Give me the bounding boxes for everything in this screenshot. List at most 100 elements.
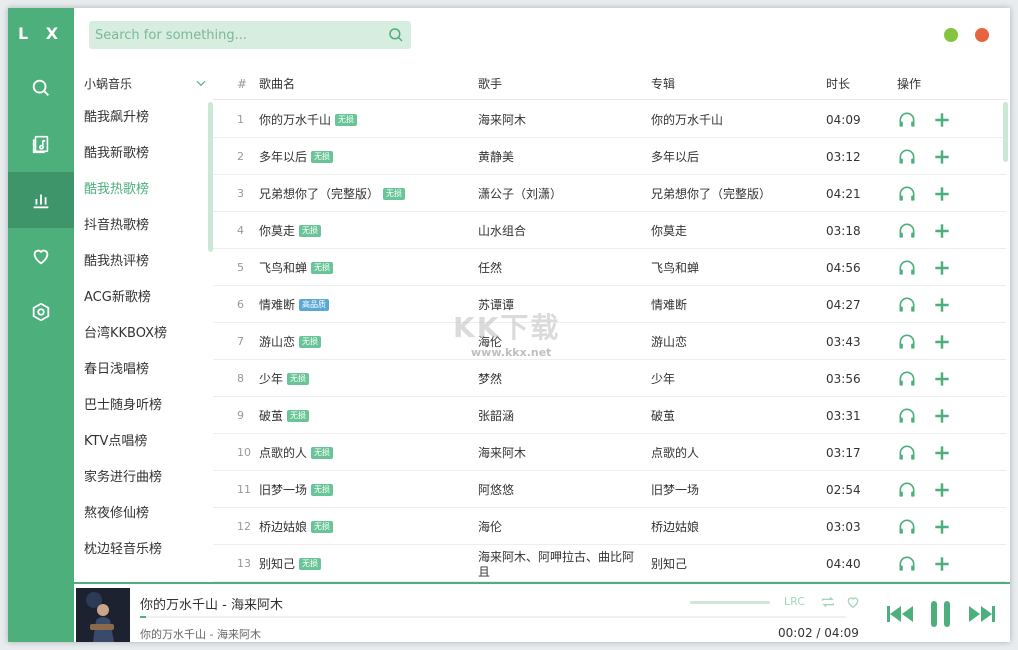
leaderboard-item[interactable]: KTV点唱榜: [74, 424, 212, 460]
row-number: 11: [237, 471, 251, 508]
table-row[interactable]: 1你的万水千山无损海来阿木你的万水千山04:09: [213, 101, 1006, 138]
album-name: 情难断: [651, 286, 816, 323]
close-button[interactable]: [975, 28, 989, 42]
plus-icon[interactable]: [932, 221, 952, 241]
nav-search[interactable]: [8, 60, 74, 116]
singer-name: 黄静美: [478, 138, 638, 175]
nav-favorites[interactable]: [8, 228, 74, 284]
song-name-cell: 破茧无损: [259, 397, 469, 434]
plus-icon[interactable]: [932, 258, 952, 278]
plus-icon[interactable]: [932, 480, 952, 500]
quality-badge: 无损: [299, 225, 321, 237]
leaderboard-item[interactable]: 春日浅唱榜: [74, 352, 212, 388]
watermark-logo: KK下载: [453, 306, 560, 346]
song-table-header: # 歌曲名 歌手 专辑 时长 操作: [213, 68, 1006, 100]
leaderboard-item[interactable]: 酷我新歌榜: [74, 136, 212, 172]
nav-settings[interactable]: [8, 284, 74, 340]
search-input[interactable]: [89, 21, 379, 49]
song-duration: 03:03: [826, 508, 861, 545]
headphones-icon[interactable]: [897, 295, 917, 315]
song-name: 破茧: [259, 407, 283, 424]
plus-icon[interactable]: [932, 332, 952, 352]
app-window: L X 小蜗音乐 酷我飙升榜酷我新歌榜酷我热歌榜抖音热歌榜酷我热评榜ACG新歌榜…: [8, 8, 1010, 642]
leaderboard-item[interactable]: 家务进行曲榜: [74, 460, 212, 496]
song-name-cell: 游山恋无损: [259, 323, 469, 360]
progress-bar[interactable]: [140, 616, 846, 618]
table-row[interactable]: 12桥边姑娘无损海伦桥边姑娘03:03: [213, 508, 1006, 545]
plus-icon[interactable]: [932, 147, 952, 167]
song-name-cell: 别知己无损: [259, 545, 469, 582]
headphones-icon[interactable]: [897, 369, 917, 389]
headphones-icon[interactable]: [897, 184, 917, 204]
leaderboard-item[interactable]: 酷我飙升榜: [74, 100, 212, 136]
table-row[interactable]: 9破茧无损张韶涵破茧03:31: [213, 397, 1006, 434]
plus-icon[interactable]: [932, 184, 952, 204]
headphones-icon[interactable]: [897, 258, 917, 278]
song-name-cell: 桥边姑娘无损: [259, 508, 469, 545]
headphones-icon[interactable]: [897, 110, 917, 130]
table-row[interactable]: 7游山恋无损海伦游山恋03:43: [213, 323, 1006, 360]
album-name: 你莫走: [651, 212, 816, 249]
leaderboard-item[interactable]: 酷我热评榜: [74, 244, 212, 280]
song-name: 旧梦一场: [259, 481, 307, 498]
album-cover[interactable]: [76, 588, 130, 642]
table-row[interactable]: 2多年以后无损黄静美多年以后03:12: [213, 138, 1006, 175]
leaderboard-item[interactable]: 巴士随身听榜: [74, 388, 212, 424]
table-row[interactable]: 13别知己无损海来阿木、阿呷拉古、曲比阿且别知己04:40: [213, 545, 1006, 582]
plus-icon[interactable]: [932, 554, 952, 574]
total-time: 04:09: [824, 626, 859, 640]
leaderboard-item[interactable]: 熬夜修仙榜: [74, 496, 212, 532]
table-scrollbar[interactable]: [1003, 102, 1008, 162]
headphones-icon[interactable]: [897, 554, 917, 574]
table-row[interactable]: 11旧梦一场无损阿悠悠旧梦一场02:54: [213, 471, 1006, 508]
plus-icon[interactable]: [932, 517, 952, 537]
quality-badge: 无损: [287, 373, 309, 385]
leaderboard-item[interactable]: 台湾KKBOX榜: [74, 316, 212, 352]
song-name-cell: 多年以后无损: [259, 138, 469, 175]
nav-leaderboard[interactable]: [8, 172, 74, 228]
headphones-icon[interactable]: [897, 406, 917, 426]
heart-outline-icon[interactable]: [845, 594, 861, 610]
headphones-icon[interactable]: [897, 480, 917, 500]
singer-name: 海伦: [478, 508, 638, 545]
quality-badge: 无损: [311, 521, 333, 533]
table-row[interactable]: 3兄弟想你了（完整版）无损潇公子（刘潇）兄弟想你了（完整版）04:21: [213, 175, 1006, 212]
table-row[interactable]: 6情难断高品质苏谭谭情难断04:27: [213, 286, 1006, 323]
source-selector[interactable]: 小蜗音乐: [74, 68, 212, 98]
prev-button[interactable]: [884, 598, 916, 630]
headphones-icon[interactable]: [897, 332, 917, 352]
volume-slider[interactable]: [690, 601, 770, 604]
song-duration: 04:27: [826, 286, 861, 323]
repeat-icon[interactable]: [820, 594, 836, 610]
row-number: 1: [237, 101, 244, 138]
headphones-icon[interactable]: [897, 517, 917, 537]
table-row[interactable]: 5飞鸟和蝉无损任然飞鸟和蝉04:56: [213, 249, 1006, 286]
row-number: 4: [237, 212, 244, 249]
player-title: 你的万水千山 - 海来阿木: [140, 594, 283, 613]
leaderboard-item[interactable]: 抖音热歌榜: [74, 208, 212, 244]
leaderboard-item[interactable]: ACG新歌榜: [74, 280, 212, 316]
nav-songlist[interactable]: [8, 116, 74, 172]
pause-button[interactable]: [926, 598, 956, 630]
headphones-icon[interactable]: [897, 221, 917, 241]
song-duration: 04:40: [826, 545, 861, 582]
album-name: 你的万水千山: [651, 101, 816, 138]
plus-icon[interactable]: [932, 406, 952, 426]
song-duration: 03:56: [826, 360, 861, 397]
minimize-button[interactable]: [944, 28, 958, 42]
leaderboard-item[interactable]: 酷我热歌榜: [74, 172, 212, 208]
next-button[interactable]: [966, 598, 998, 630]
lyrics-toggle[interactable]: LRC: [784, 595, 805, 608]
search-button[interactable]: [385, 24, 407, 46]
table-row[interactable]: 4你莫走无损山水组合你莫走03:18: [213, 212, 1006, 249]
table-row[interactable]: 8少年无损梦然少年03:56: [213, 360, 1006, 397]
headphones-icon[interactable]: [897, 147, 917, 167]
leaderboard-item[interactable]: 枕边轻音乐榜: [74, 532, 212, 568]
plus-icon[interactable]: [932, 443, 952, 463]
plus-icon[interactable]: [932, 110, 952, 130]
headphones-icon[interactable]: [897, 443, 917, 463]
song-name-cell: 点歌的人无损: [259, 434, 469, 471]
plus-icon[interactable]: [932, 369, 952, 389]
plus-icon[interactable]: [932, 295, 952, 315]
table-row[interactable]: 10点歌的人无损海来阿木点歌的人03:17: [213, 434, 1006, 471]
